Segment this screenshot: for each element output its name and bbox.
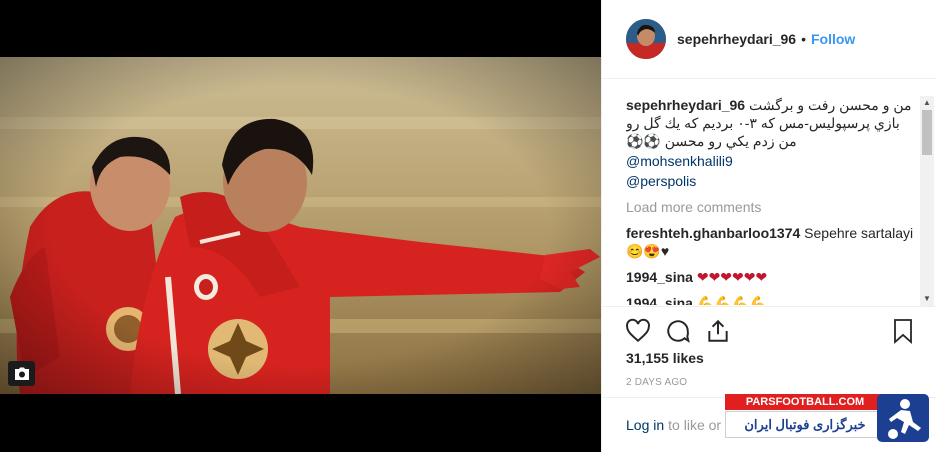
watermark-tagline: خبرگزاری فوتبال ایران [725, 411, 885, 438]
comments-scrollbar[interactable]: ▲ ▼ [920, 96, 934, 306]
comment-text: 💪💪💪💪 [696, 295, 767, 305]
mention-link[interactable]: @mohsenkhalili9 [626, 152, 918, 170]
post-photo[interactable] [0, 57, 601, 394]
player-logo-icon [877, 394, 929, 442]
follow-button[interactable]: Follow [811, 31, 855, 47]
football-players-photo [0, 57, 601, 394]
login-prompt-text: to like or [668, 417, 722, 433]
comments-list: sepehrheydari_96 من و محسن رفت و برگشت ب… [626, 79, 918, 305]
comment-username[interactable]: 1994_sina [626, 269, 693, 285]
comment-username[interactable]: fereshteh.ghanbarloo1374 [626, 225, 800, 241]
comment-item: 1994_sina 💪💪💪💪 [626, 294, 918, 305]
share-icon[interactable] [704, 317, 732, 345]
action-bar [602, 306, 936, 354]
bookmark-icon[interactable] [891, 318, 915, 344]
scroll-up-arrow-icon[interactable]: ▲ [920, 96, 934, 110]
avatar[interactable] [626, 19, 666, 59]
load-more-comments-button[interactable]: Load more comments [626, 198, 918, 216]
post-side-panel: sepehrheydari_96 • Follow sepehrheydari_… [601, 0, 936, 452]
camera-icon[interactable] [8, 361, 35, 386]
post-header: sepehrheydari_96 • Follow [602, 0, 936, 79]
post-media [0, 0, 601, 452]
caption-username[interactable]: sepehrheydari_96 [626, 97, 745, 113]
parsfootball-watermark: PARSFOOTBALL.COM خبرگزاری فوتبال ایران [725, 394, 930, 444]
scroll-down-arrow-icon[interactable]: ▼ [920, 292, 934, 306]
comment-text: ❤❤❤❤❤❤ [696, 269, 768, 285]
likes-count[interactable]: 31,155 likes [626, 350, 704, 366]
login-link[interactable]: Log in [626, 417, 664, 433]
comment-item: 1994_sina ❤❤❤❤❤❤ [626, 268, 918, 286]
comment-icon[interactable] [664, 317, 692, 345]
post-date[interactable]: 2 DAYS AGO [626, 377, 687, 388]
comment-username[interactable]: 1994_sina [626, 295, 693, 305]
watermark-site: PARSFOOTBALL.COM [725, 394, 885, 410]
scroll-thumb[interactable] [922, 110, 932, 155]
heart-icon[interactable] [624, 317, 652, 345]
separator-dot: • [801, 31, 806, 47]
username-link[interactable]: sepehrheydari_96 [677, 31, 796, 47]
comment-item: fereshteh.ghanbarloo1374 Sepehre sartala… [626, 224, 918, 260]
caption: sepehrheydari_96 من و محسن رفت و برگشت ب… [626, 96, 918, 190]
mention-link[interactable]: @perspolis [626, 172, 918, 190]
